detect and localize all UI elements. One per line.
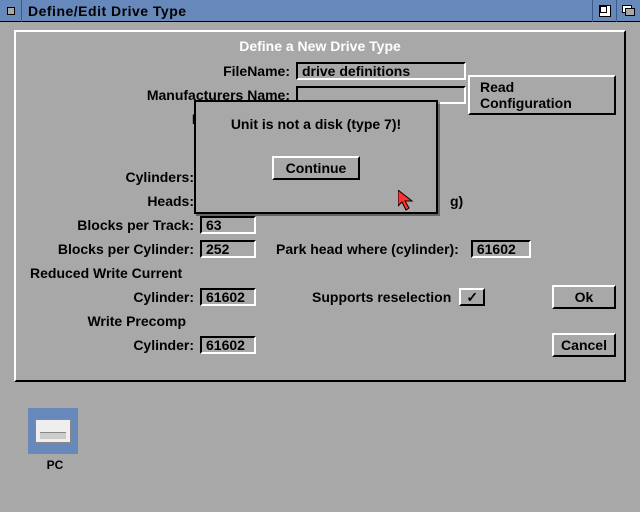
close-gadget[interactable]: [0, 0, 22, 22]
reselection-label: Supports reselection: [312, 289, 451, 305]
drive-icon: [28, 408, 78, 454]
wp-heading: Write Precomp: [0, 313, 194, 329]
park-head-label: Park head where (cylinder):: [276, 241, 465, 257]
reselection-checkbox[interactable]: ✓: [459, 288, 485, 306]
rwc-cylinder-label: Cylinder:: [24, 289, 200, 305]
rwc-cylinder-value: 61602: [206, 290, 245, 304]
rwc-heading: Reduced Write Current: [24, 265, 224, 281]
window-titlebar: Define/Edit Drive Type: [0, 0, 640, 22]
window-title: Define/Edit Drive Type: [22, 3, 592, 19]
filename-label: FileName:: [24, 63, 296, 79]
cylinders-label: Cylinders:: [24, 169, 200, 185]
park-head-value: 61602: [477, 242, 516, 256]
blocks-per-track-label: Blocks per Track:: [24, 217, 200, 233]
read-configuration-label: Read Configuration: [480, 79, 604, 111]
alert-dialog: Unit is not a disk (type 7)! Continue: [194, 100, 438, 214]
desktop-icon-label: PC: [28, 458, 82, 472]
depth-gadget[interactable]: [616, 0, 640, 22]
zoom-gadget[interactable]: [592, 0, 616, 22]
blocks-per-cylinder-value: 252: [206, 242, 229, 256]
wp-cylinder-input[interactable]: 61602: [200, 336, 256, 354]
partial-label-d: D: [24, 111, 208, 127]
filename-value: drive definitions: [302, 64, 410, 78]
read-configuration-button[interactable]: Read Configuration: [468, 75, 616, 115]
rwc-cylinder-input[interactable]: 61602: [200, 288, 256, 306]
blocks-per-track-value: 63: [206, 218, 222, 232]
wp-cylinder-label: Cylinder:: [24, 337, 200, 353]
cancel-label: Cancel: [561, 337, 607, 353]
heads-label: Heads:: [24, 193, 200, 209]
ok-button[interactable]: Ok: [552, 285, 616, 309]
blocks-per-cylinder-label: Blocks per Cylinder:: [24, 241, 200, 257]
park-head-input[interactable]: 61602: [471, 240, 531, 258]
heads-unit-tail: g): [450, 193, 463, 209]
wp-cylinder-value: 61602: [206, 338, 245, 352]
blocks-per-cylinder-input[interactable]: 252: [200, 240, 256, 258]
desktop-drive-icon[interactable]: PC: [28, 408, 82, 472]
cancel-button[interactable]: Cancel: [552, 333, 616, 357]
panel-title: Define a New Drive Type: [24, 38, 616, 54]
ok-label: Ok: [575, 289, 594, 305]
continue-button[interactable]: Continue: [272, 156, 361, 180]
filename-input[interactable]: drive definitions: [296, 62, 466, 80]
check-icon: ✓: [466, 289, 478, 306]
alert-message: Unit is not a disk (type 7)!: [231, 116, 401, 132]
blocks-per-track-input[interactable]: 63: [200, 216, 256, 234]
continue-label: Continue: [286, 160, 347, 176]
